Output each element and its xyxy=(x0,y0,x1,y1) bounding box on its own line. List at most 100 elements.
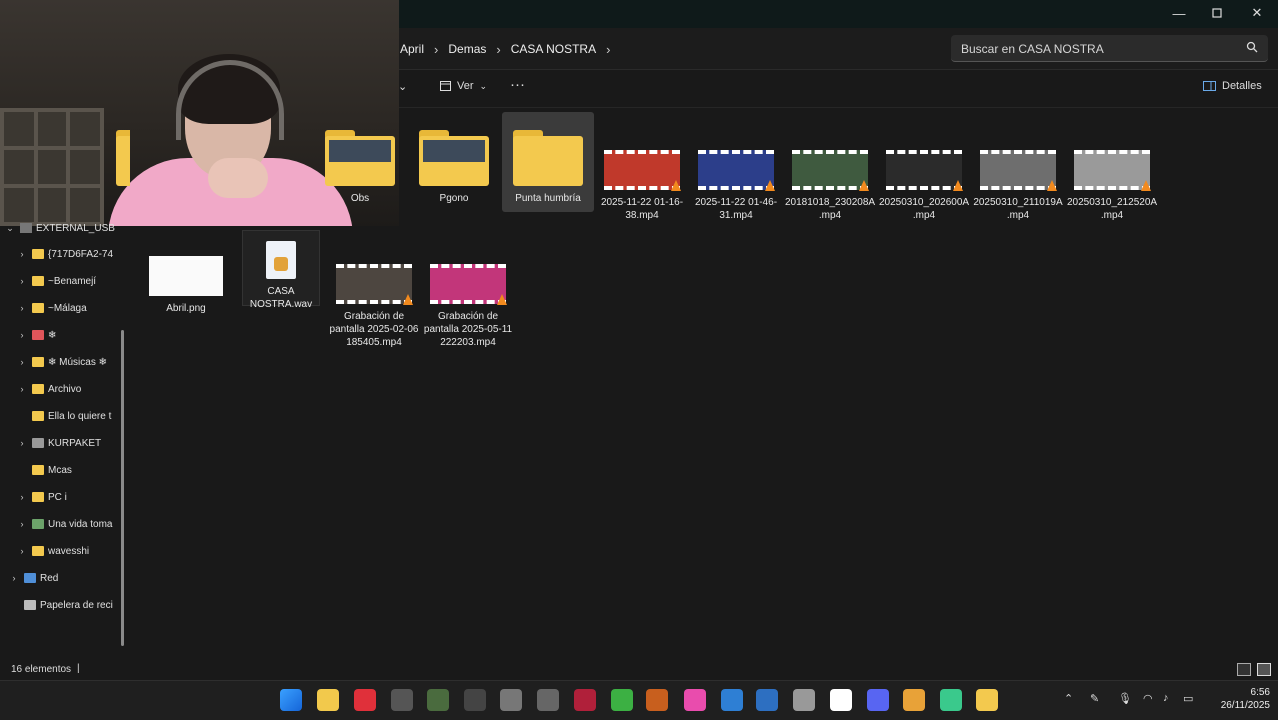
chevron-right-icon[interactable]: › xyxy=(16,276,28,286)
file-item[interactable]: Grabación de pantalla 2025-02-06 185405.… xyxy=(328,230,420,349)
nav-item[interactable]: › ❄ Músicas ❄ xyxy=(16,350,146,374)
details-button[interactable]: Detalles xyxy=(1203,80,1262,92)
details-view-button[interactable] xyxy=(1237,663,1251,676)
search-icon[interactable] xyxy=(1246,41,1258,53)
nav-item-label: ~Málaga xyxy=(48,302,87,314)
app-icon[interactable] xyxy=(646,689,668,711)
chevron-right-icon[interactable]: › xyxy=(16,438,28,448)
file-item[interactable]: 20250310_212520A.mp4 xyxy=(1066,116,1158,222)
chevron-down-icon[interactable]: ⌄ xyxy=(4,223,16,234)
app-icon[interactable] xyxy=(721,689,743,711)
pen-icon[interactable]: ✎ xyxy=(1090,692,1099,705)
folder-item[interactable]: Pgono xyxy=(408,116,500,205)
clock-time: 6:56 xyxy=(1250,687,1270,698)
nav-item-label: ❄ xyxy=(48,329,57,341)
nav-item[interactable]: › ❄ xyxy=(16,323,146,347)
file-item[interactable]: 2025-11-22 01-46-31.mp4 xyxy=(690,116,782,222)
search-input[interactable]: Buscar en CASA NOSTRA xyxy=(951,35,1268,62)
app-icon[interactable] xyxy=(940,689,962,711)
breadcrumb-item[interactable]: April xyxy=(400,42,424,56)
volume-icon[interactable]: ♪ xyxy=(1163,692,1169,704)
nav-item[interactable]: Ella lo quiere t xyxy=(16,404,146,428)
image-folder-icon xyxy=(32,519,44,529)
file-explorer-icon[interactable] xyxy=(317,689,339,711)
file-name: 2025-11-22 01-16-38.mp4 xyxy=(600,197,684,221)
nav-item[interactable]: › ~Málaga xyxy=(16,296,146,320)
capcut-icon[interactable] xyxy=(830,689,852,711)
folder-item[interactable]: Obs xyxy=(314,116,406,205)
file-item[interactable]: 20250310_202600A.mp4 xyxy=(878,116,970,222)
file-item[interactable]: 20181018_230208A.mp4 xyxy=(784,116,876,222)
folder-icon xyxy=(419,130,489,186)
app-icon[interactable] xyxy=(756,689,778,711)
opera-icon[interactable] xyxy=(354,689,376,711)
folder-icon xyxy=(32,303,44,313)
chevron-up-icon[interactable]: ⌃ xyxy=(1064,692,1073,705)
app-icon[interactable] xyxy=(500,689,522,711)
minecraft-icon[interactable] xyxy=(611,689,633,711)
nav-item[interactable]: › Archivo xyxy=(16,377,146,401)
nav-item-label: Archivo xyxy=(48,383,82,395)
vlc-icon xyxy=(497,294,507,305)
folder-item[interactable]: Punta humbría xyxy=(502,112,594,212)
nav-drive[interactable]: ⌄ EXTERNAL_USB xyxy=(4,216,134,240)
file-item[interactable]: CASA NOSTRA.wav xyxy=(242,230,320,310)
microphone-icon[interactable]: 🎙︎ xyxy=(1118,692,1132,705)
vlc-icon xyxy=(403,294,413,305)
burger-icon[interactable] xyxy=(903,689,925,711)
file-name: 2025-11-22 01-46-31.mp4 xyxy=(694,197,778,221)
breadcrumb-item[interactable]: CASA NOSTRA xyxy=(511,42,596,56)
app-icon[interactable] xyxy=(427,689,449,711)
nav-item[interactable]: › PC i xyxy=(16,485,146,509)
close-button[interactable]: ✕ xyxy=(1237,0,1277,26)
maximize-button[interactable] xyxy=(1197,0,1237,26)
app-icon[interactable] xyxy=(537,689,559,711)
nav-item[interactable]: › KURPAKET xyxy=(16,431,146,455)
obs-icon[interactable] xyxy=(793,689,815,711)
nav-item[interactable]: › {717D6FA2-74 xyxy=(16,242,146,266)
chevron-right-icon[interactable]: › xyxy=(606,42,610,57)
nav-item[interactable]: › wavesshi xyxy=(16,539,146,563)
discord-icon[interactable] xyxy=(867,689,889,711)
chevron-right-icon[interactable]: › xyxy=(16,357,28,367)
chevron-right-icon[interactable]: › xyxy=(8,573,20,583)
app-icon[interactable] xyxy=(684,689,706,711)
file-name: 20181018_230208A.mp4 xyxy=(784,197,876,221)
video-thumbnail xyxy=(604,150,681,191)
nav-item[interactable]: Mcas xyxy=(16,458,146,482)
battery-icon[interactable]: ▭ xyxy=(1183,692,1193,705)
clock-date: 26/11/2025 xyxy=(1220,700,1270,711)
item-count: 16 elementos xyxy=(11,664,72,675)
nav-item[interactable]: › ~Benamejí xyxy=(16,269,146,293)
chevron-right-icon[interactable]: › xyxy=(16,330,28,340)
chevron-right-icon[interactable]: › xyxy=(16,519,28,529)
view-dropdown[interactable]: Ver ⌄ xyxy=(440,80,487,92)
nav-item[interactable]: › Red xyxy=(8,566,138,590)
file-name: Punta humbría xyxy=(515,193,581,204)
file-item[interactable]: 2025-11-22 01-16-38.mp4 xyxy=(596,116,688,222)
minimize-button[interactable]: — xyxy=(1159,0,1199,26)
app-icon[interactable] xyxy=(391,689,413,711)
chevron-right-icon[interactable]: › xyxy=(16,303,28,313)
app-icon[interactable] xyxy=(976,689,998,711)
scrollbar[interactable] xyxy=(121,330,124,646)
clock[interactable]: 6:56 26/11/2025 xyxy=(1221,686,1270,712)
chevron-right-icon[interactable]: › xyxy=(16,546,28,556)
sort-dropdown[interactable]: ⌄ xyxy=(398,80,407,93)
wifi-icon[interactable]: ◠ xyxy=(1143,692,1153,705)
file-item[interactable]: 20250310_211019A.mp4 xyxy=(972,116,1064,222)
chevron-right-icon[interactable]: › xyxy=(16,249,28,259)
nav-item[interactable]: › Una vida toma xyxy=(16,512,146,536)
nav-item[interactable]: Papelera de reci xyxy=(8,593,138,617)
more-options-button[interactable]: ··· xyxy=(510,76,525,93)
app-icon[interactable] xyxy=(574,689,596,711)
folder-item[interactable] xyxy=(0,116,152,186)
chevron-right-icon[interactable]: › xyxy=(16,384,28,394)
breadcrumb-item[interactable]: Demas xyxy=(448,42,486,56)
app-icon[interactable] xyxy=(464,689,486,711)
file-item[interactable]: Grabación de pantalla 2025-05-11 222203.… xyxy=(422,230,514,349)
start-icon[interactable] xyxy=(280,689,302,711)
tiles-view-button[interactable] xyxy=(1257,663,1271,676)
chevron-right-icon[interactable]: › xyxy=(16,492,28,502)
file-item[interactable]: Abril.png xyxy=(140,230,232,315)
